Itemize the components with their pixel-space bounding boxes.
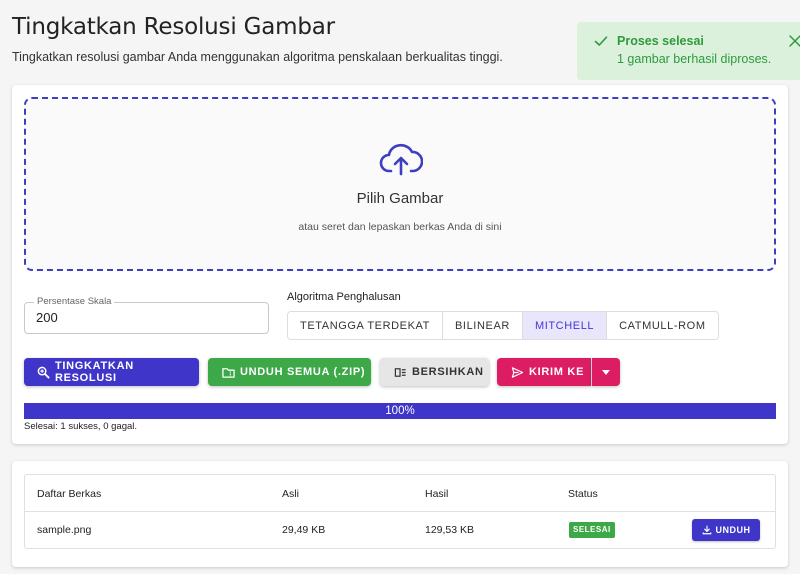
scale-label: Persentase Skala <box>34 296 115 307</box>
column-header-file: Daftar Berkas <box>37 488 102 500</box>
upscale-button[interactable]: TINGKATKAN RESOLUSI <box>24 358 199 386</box>
table-header: Daftar Berkas Asli Hasil Status <box>25 475 775 512</box>
file-list-panel: Daftar Berkas Asli Hasil Status sample.p… <box>12 461 788 567</box>
result-size: 129,53 KB <box>425 524 475 536</box>
check-icon <box>594 36 608 46</box>
file-dropzone[interactable]: Pilih Gambar atau seret dan lepaskan ber… <box>24 97 776 271</box>
algorithm-toggle-group: TETANGGA TERDEKAT BILINEAR MITCHELL CATM… <box>287 311 719 340</box>
progress-label: 100% <box>385 405 415 417</box>
close-icon[interactable] <box>787 33 800 49</box>
upscale-button-label: TINGKATKAN RESOLUSI <box>54 360 134 384</box>
upscale-panel: Pilih Gambar atau seret dan lepaskan ber… <box>12 85 788 444</box>
toast-title: Proses selesai <box>617 34 704 48</box>
download-file-button[interactable]: UNDUH <box>692 519 760 541</box>
cloud-upload-icon <box>379 143 423 176</box>
algorithm-label: Algoritma Penghalusan <box>287 291 401 303</box>
status-badge: SELESAI <box>569 522 615 538</box>
download-icon <box>702 525 711 535</box>
progress-bar: 100% <box>24 403 776 419</box>
algo-option-mitchell[interactable]: MITCHELL <box>522 312 608 339</box>
chevron-down-icon <box>602 369 610 375</box>
download-file-label: UNDUH <box>715 525 751 535</box>
scale-percentage-field[interactable]: Persentase Skala <box>24 296 269 334</box>
algo-option-nearest[interactable]: TETANGGA TERDEKAT <box>288 312 443 339</box>
table-row: sample.png 29,49 KB 129,53 KB SELESAI UN… <box>25 512 775 549</box>
algo-option-catmull-rom[interactable]: CATMULL-ROM <box>607 312 718 339</box>
dropzone-title: Pilih Gambar <box>356 190 444 207</box>
send-to-button[interactable]: KIRIM KE <box>497 358 591 386</box>
clear-button-label: BERSIHKAN <box>412 366 484 378</box>
column-header-result: Hasil <box>425 488 449 500</box>
clear-all-icon <box>394 367 406 377</box>
download-zip-label: UNDUH SEMUA (.ZIP) <box>240 366 366 378</box>
zoom-in-icon <box>37 366 50 379</box>
toast-message: 1 gambar berhasil diproses. <box>617 52 772 66</box>
success-toast: Proses selesai 1 gambar berhasil diprose… <box>577 22 800 80</box>
clear-button[interactable]: BERSIHKAN <box>380 358 489 386</box>
page-title: Tingkatkan Resolusi Gambar <box>12 14 335 40</box>
original-size: 29,49 KB <box>282 524 326 536</box>
scale-input[interactable] <box>36 310 236 325</box>
dropzone-subtitle: atau seret dan lepaskan berkas Anda di s… <box>298 221 502 233</box>
file-table: Daftar Berkas Asli Hasil Status sample.p… <box>24 474 776 549</box>
send-to-label: KIRIM KE <box>529 366 585 378</box>
progress-status: Selesai: 1 sukses, 0 gagal. <box>24 421 138 432</box>
algo-option-bilinear[interactable]: BILINEAR <box>443 312 523 339</box>
download-zip-button[interactable]: UNDUH SEMUA (.ZIP) <box>208 358 371 386</box>
column-header-status: Status <box>568 488 598 500</box>
send-icon <box>511 366 524 378</box>
send-to-dropdown-button[interactable] <box>592 358 620 386</box>
page-subtitle: Tingkatkan resolusi gambar Anda mengguna… <box>12 50 503 64</box>
folder-zip-icon <box>222 367 235 378</box>
column-header-original: Asli <box>282 488 299 500</box>
file-name: sample.png <box>37 524 92 536</box>
